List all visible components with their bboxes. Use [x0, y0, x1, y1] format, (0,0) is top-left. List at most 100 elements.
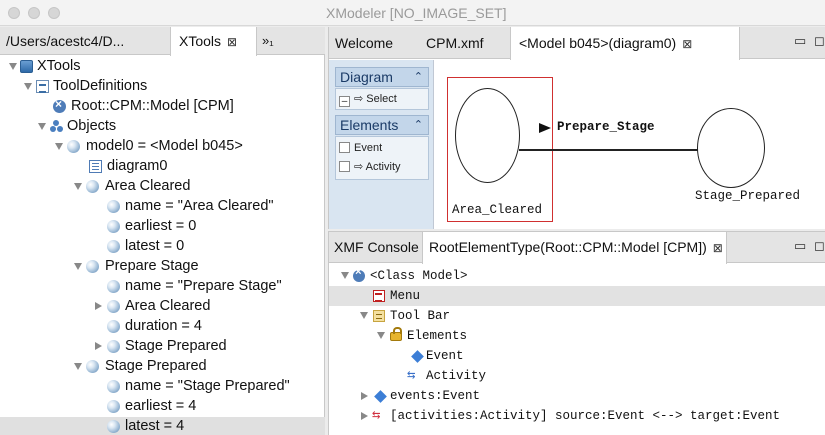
expand-arrow-icon[interactable] — [9, 63, 17, 70]
expand-arrow-icon[interactable] — [341, 272, 349, 279]
window-title: XModeler [NO_IMAGE_SET] — [326, 5, 507, 21]
collapse-arrow-icon[interactable] — [361, 412, 368, 420]
xtools-icon — [20, 60, 33, 73]
tree-item-diagram0[interactable]: diagram0 — [0, 157, 325, 176]
tab-xmf-console[interactable]: XMF Console — [334, 232, 419, 263]
diagram-canvas[interactable]: Area_Cleared Prepare_Stage Stage_Prepare… — [435, 60, 825, 246]
maximize-view-icon[interactable]: ◻ — [814, 238, 825, 254]
tree-item-events[interactable]: events:Event — [329, 386, 825, 406]
collapse-arrow-icon[interactable] — [361, 392, 368, 400]
tab-model-diagram[interactable]: <Model b045>(diagram0) ⊠ — [510, 27, 740, 60]
tree-item-event[interactable]: Event — [329, 346, 825, 366]
area-cleared-label: Area_Cleared — [452, 203, 543, 217]
zoom-window-button[interactable] — [48, 7, 60, 19]
tree-item-slot[interactable]: name = "Area Cleared" — [0, 197, 325, 216]
expand-arrow-icon[interactable] — [360, 312, 368, 319]
palette-elements-label: Elements — [340, 117, 399, 133]
palette-event-tool[interactable]: Event — [339, 140, 382, 156]
tool-definitions-icon — [36, 80, 49, 93]
tree-item-slot[interactable]: duration = 4 — [0, 317, 325, 336]
tree-item-prepare-stage[interactable]: Prepare Stage — [0, 257, 325, 276]
tab-xtools-label: XTools — [179, 33, 222, 49]
activity-icon: ⇆ — [407, 368, 416, 384]
diagram-icon — [89, 160, 102, 173]
objects-icon — [50, 120, 63, 133]
stage-prepared-node[interactable] — [697, 108, 765, 188]
association-icon: ⇆ — [372, 408, 381, 424]
minimize-view-icon[interactable]: ▭ — [794, 33, 806, 49]
expand-arrow-icon[interactable] — [74, 183, 82, 190]
tree-item-elements[interactable]: Elements — [329, 326, 825, 346]
expand-arrow-icon[interactable] — [24, 83, 32, 90]
tree-item-label: Area Cleared — [125, 298, 211, 314]
area-cleared-node[interactable] — [455, 88, 520, 183]
tree-item-slot[interactable]: latest = 0 — [0, 237, 325, 256]
tree-item-area-cleared[interactable]: Area Cleared — [0, 177, 325, 196]
tree-item-tool-definitions[interactable]: ToolDefinitions — [0, 77, 325, 96]
close-tab-icon[interactable]: ⊠ — [713, 241, 723, 255]
tree-item-label: Objects — [67, 118, 117, 134]
slot-dot-icon — [107, 380, 120, 393]
collapse-arrow-icon[interactable] — [95, 302, 102, 310]
collapse-arrow-icon[interactable] — [95, 342, 102, 350]
tree-item-label: latest = 4 — [125, 418, 185, 434]
tree-item-objects[interactable]: Objects — [0, 117, 325, 136]
palette-activity-tool[interactable]: ⇨ Activity — [339, 159, 401, 175]
expand-arrow-icon[interactable] — [55, 143, 63, 150]
palette-event-label: Event — [354, 142, 383, 154]
tree-item-slot[interactable]: earliest = 4 — [0, 397, 325, 416]
palette-select-tool[interactable]: ⇨ Select — [339, 91, 397, 107]
tree-item-label: model0 = <Model b045> — [86, 138, 243, 154]
tab-file-path[interactable]: /Users/acestc4/D... — [6, 27, 124, 55]
tab-root-element-type[interactable]: RootElementType(Root::CPM::Model [CPM]) ⊠ — [422, 232, 727, 264]
tree-item-activity[interactable]: ⇆ Activity — [329, 366, 825, 386]
expand-arrow-icon[interactable] — [74, 263, 82, 270]
tree-item-label: Event — [426, 349, 464, 363]
palette-diagram-header[interactable]: Diagram ⌃ — [335, 67, 429, 87]
tree-item-label: Tool Bar — [390, 309, 451, 323]
maximize-view-icon[interactable]: ◻ — [814, 33, 825, 49]
palette-activity-label: ⇨ Activity — [354, 161, 401, 173]
tab-xtools[interactable]: XTools ⊠ — [170, 27, 257, 56]
tab-welcome[interactable]: Welcome — [335, 27, 393, 59]
tree-item-model0[interactable]: model0 = <Model b045> — [0, 137, 325, 156]
prepare-stage-edge[interactable] — [519, 149, 700, 151]
more-tabs-button[interactable]: »₁ — [262, 27, 274, 55]
close-window-button[interactable] — [8, 7, 20, 19]
tab-cpm-xmf[interactable]: CPM.xmf — [426, 27, 484, 59]
tree-item-tool-bar[interactable]: Tool Bar — [329, 306, 825, 326]
minimize-view-icon[interactable]: ▭ — [794, 238, 806, 254]
tree-item-slot[interactable]: name = "Prepare Stage" — [0, 277, 325, 296]
object-dot-icon — [86, 260, 99, 273]
slot-dot-icon — [107, 280, 120, 293]
tree-item-slot[interactable]: earliest = 0 — [0, 217, 325, 236]
tree-item-label: Stage Prepared — [105, 358, 207, 374]
tree-item-label: Root::CPM::Model [CPM] — [71, 98, 234, 114]
tree-item-xtools[interactable]: XTools — [0, 57, 325, 76]
tree-item-class-model[interactable]: <Class Model> — [329, 266, 825, 286]
expand-arrow-icon[interactable] — [74, 363, 82, 370]
collapse-caret-icon[interactable]: ⌃ — [414, 116, 423, 134]
expand-arrow-icon[interactable] — [377, 332, 385, 339]
slot-dot-icon — [107, 200, 120, 213]
tree-item-stage-prepared-ref[interactable]: Stage Prepared — [0, 337, 325, 356]
palette-elements-header[interactable]: Elements ⌃ — [335, 115, 429, 135]
close-tab-icon[interactable]: ⊠ — [227, 35, 237, 49]
tree-item-area-cleared-ref[interactable]: Area Cleared — [0, 297, 325, 316]
expand-arrow-icon[interactable] — [38, 123, 46, 130]
tree-item-activities-association[interactable]: ⇆ [activities:Activity] source:Event <--… — [329, 406, 825, 426]
left-panel: /Users/acestc4/D... XTools ⊠ »₁ XTools To… — [0, 27, 325, 435]
tree-item-stage-prepared[interactable]: Stage Prepared — [0, 357, 325, 376]
collapse-caret-icon[interactable]: ⌃ — [414, 68, 423, 86]
tree-item-label: Stage Prepared — [125, 338, 227, 354]
object-dot-icon — [86, 180, 99, 193]
minimize-window-button[interactable] — [28, 7, 40, 19]
tree-item-root-cpm-model[interactable]: Root::CPM::Model [CPM] — [0, 97, 325, 116]
tree-item-label: events:Event — [390, 389, 481, 403]
tree-item-label: ToolDefinitions — [53, 78, 148, 94]
close-tab-icon[interactable]: ⊠ — [682, 37, 692, 51]
tree-item-menu[interactable]: Menu — [329, 286, 825, 306]
tree-item-slot-selected[interactable]: latest = 4 — [0, 417, 325, 435]
event-tool-icon — [339, 142, 350, 153]
tree-item-slot[interactable]: name = "Stage Prepared" — [0, 377, 325, 396]
